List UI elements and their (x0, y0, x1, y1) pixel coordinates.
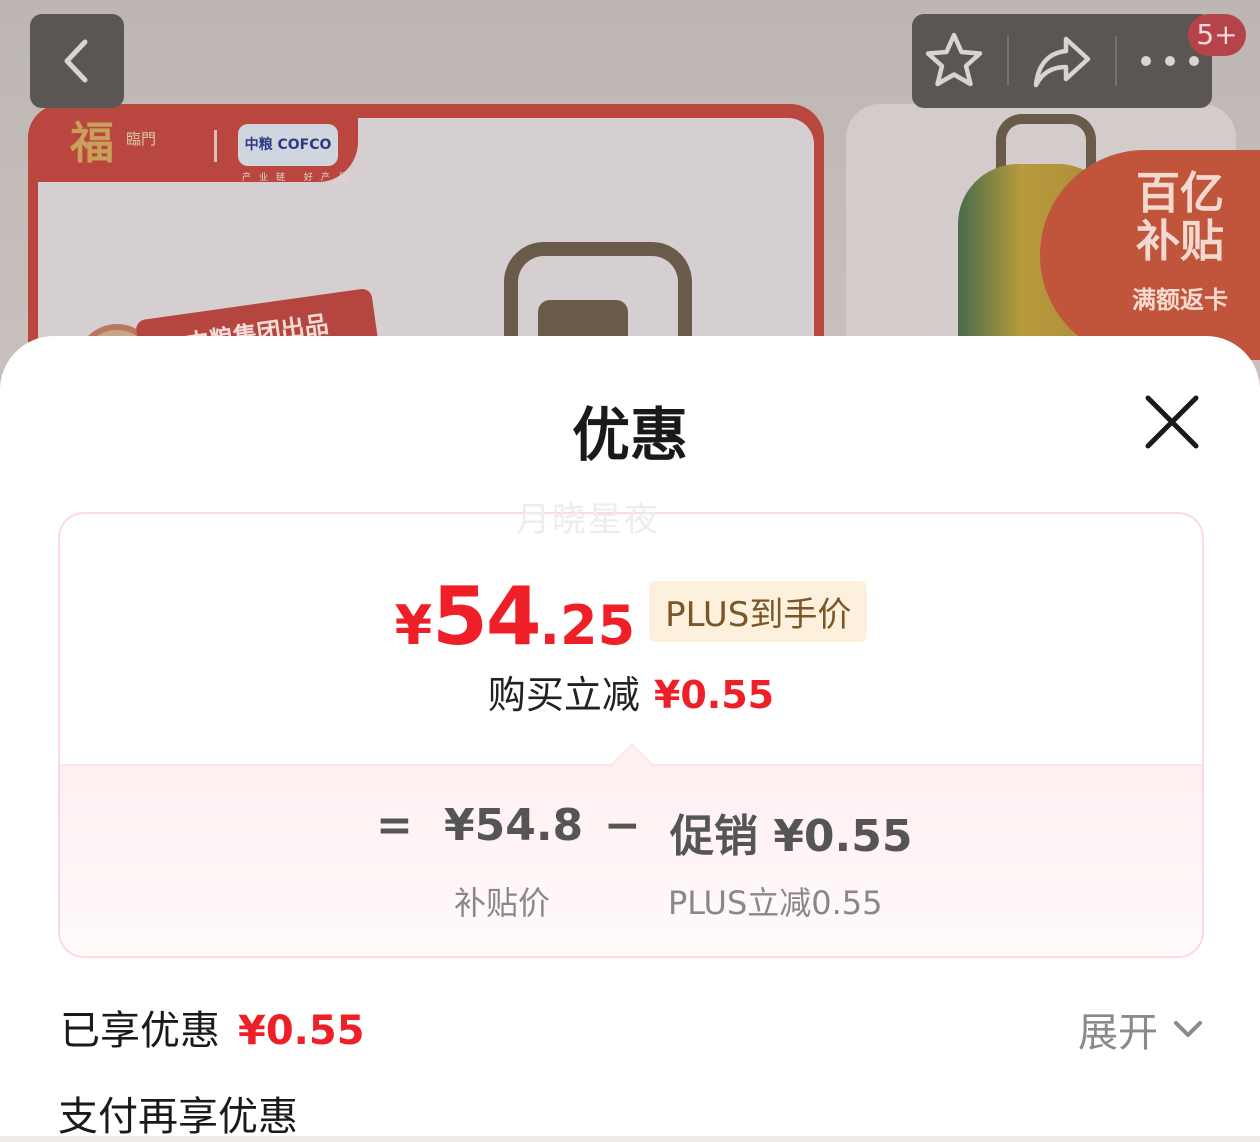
expand-label: 展开 (1078, 1010, 1158, 1056)
promo-amount: 促销 ¥0.55 (670, 811, 913, 862)
discount-sheet: 优惠 ¥54.25 PLUS到手价 购买立减 ¥0.55 = ¥54.8 补贴价 −… (0, 336, 1260, 1140)
fulinmen-logo: 福 (70, 118, 114, 169)
enjoyed-discount-label: 已享优惠 (60, 1008, 220, 1054)
price-integer: 54 (432, 570, 541, 663)
divider (1007, 36, 1010, 86)
instant-discount: 购买立减 ¥0.55 (60, 664, 1202, 719)
subsidy-title: 百亿 (1136, 168, 1224, 219)
payment-discount-heading: 支付再享优惠 (58, 1094, 298, 1140)
equals-sign: = (376, 800, 413, 851)
promo-label: PLUS立减0.55 (668, 884, 883, 922)
subsidy-price-label: 补贴价 (454, 884, 551, 922)
subsidy-badge: 百亿 补贴 满额返卡 (1040, 150, 1260, 360)
enjoyed-discount-amount: ¥0.55 (238, 1008, 365, 1054)
close-icon[interactable] (1140, 390, 1204, 454)
chevron-down-icon (1174, 1021, 1202, 1037)
expand-button[interactable]: 展开 (1078, 1000, 1208, 1058)
final-price-section: ¥54.25 PLUS到手价 购买立减 ¥0.55 (60, 514, 1202, 764)
more-icon[interactable] (1138, 51, 1202, 71)
price-formula-section: = ¥54.8 补贴价 − 促销 ¥0.55 PLUS立减0.55 (60, 743, 1202, 956)
plus-price-tag: PLUS到手价 (649, 581, 868, 642)
watermark: 月晓星夜 (516, 500, 660, 540)
fulinmen-logo-text: 臨門 (126, 130, 157, 148)
cofco-logo: 中粮 COFCO (238, 124, 338, 166)
instant-discount-amount: ¥0.55 (653, 673, 775, 717)
brand-strip: 福 臨門 中粮 COFCO 产业链 好产品 (28, 104, 358, 183)
share-icon[interactable] (1030, 29, 1094, 93)
final-price: ¥54.25 PLUS到手价 (60, 570, 1202, 663)
star-icon[interactable] (922, 29, 986, 93)
price-decimal: .25 (539, 594, 636, 657)
back-button[interactable] (30, 14, 124, 108)
chevron-left-icon (64, 39, 88, 83)
currency-symbol: ¥ (394, 594, 433, 657)
enjoyed-discount: 已享优惠 ¥0.55 (60, 998, 365, 1056)
top-action-group (912, 14, 1212, 108)
cofco-slogan: 产业链 好产品 (242, 173, 355, 183)
instant-discount-label: 购买立减 (487, 673, 640, 717)
divider (1114, 36, 1117, 86)
price-breakdown-card: ¥54.25 PLUS到手价 购买立减 ¥0.55 = ¥54.8 补贴价 − 促销… (58, 512, 1204, 958)
subsidy-subtitle: 满额返卡 (1132, 286, 1228, 314)
minus-sign: − (604, 800, 641, 851)
subsidy-price: ¥54.8 (444, 800, 584, 851)
subsidy-title-2: 补贴 (1136, 216, 1224, 267)
logo-divider (214, 130, 217, 162)
message-count-badge: 5+ (1188, 14, 1246, 56)
sheet-title: 优惠 (571, 401, 688, 469)
